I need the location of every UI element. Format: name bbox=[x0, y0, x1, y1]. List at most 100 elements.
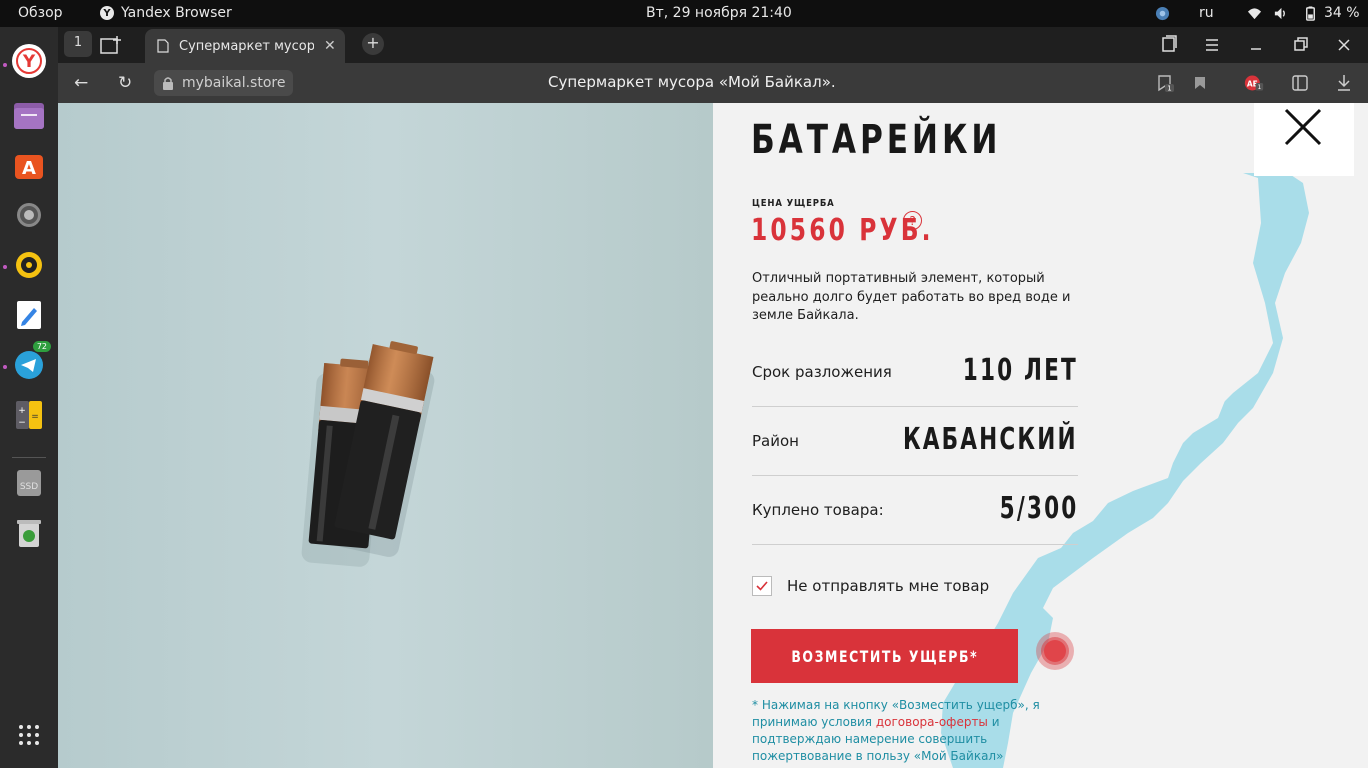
dock-yandex-browser[interactable]: Y bbox=[9, 41, 49, 81]
adblock-icon: AE 1 bbox=[1244, 75, 1264, 91]
detail-value: 5/300 bbox=[999, 491, 1078, 526]
running-indicator bbox=[3, 365, 7, 369]
running-indicator bbox=[3, 265, 7, 269]
dock-separator bbox=[12, 457, 46, 458]
detail-label: Срок разложения bbox=[752, 363, 892, 381]
dock: Y A 72 + − = SSD bbox=[0, 27, 58, 768]
extension-count: 1 bbox=[1258, 85, 1262, 91]
url-field[interactable]: mybaikal.store bbox=[154, 70, 294, 96]
calculator-icon: + −= bbox=[16, 401, 42, 429]
lock-icon[interactable] bbox=[162, 76, 174, 90]
price-help-icon[interactable]: ? bbox=[903, 211, 922, 230]
no-shipping-label[interactable]: Не отправлять мне товар bbox=[787, 577, 989, 595]
running-indicator bbox=[3, 63, 7, 67]
close-tab-icon[interactable]: ✕ bbox=[324, 38, 336, 54]
system-top-bar: Обзор Y Yandex Browser Вт, 29 ноября 21:… bbox=[0, 0, 1368, 27]
app-menu[interactable]: Y Yandex Browser bbox=[100, 5, 232, 21]
page-icon bbox=[157, 39, 169, 53]
restore-icon[interactable] bbox=[1289, 35, 1311, 55]
menu-icon[interactable] bbox=[1201, 35, 1223, 55]
svg-text:SSD: SSD bbox=[20, 482, 38, 492]
dock-ssd-drive[interactable]: SSD bbox=[9, 463, 49, 503]
checkmark-icon bbox=[756, 581, 768, 591]
browser-tab-bar: 1 Супермаркет мусора « ✕ + bbox=[58, 27, 1368, 63]
dock-text-editor[interactable] bbox=[9, 295, 49, 335]
yandex-browser-icon: Y bbox=[100, 6, 114, 20]
volume-icon[interactable] bbox=[1273, 6, 1288, 21]
product-photo bbox=[58, 103, 713, 768]
url-text: mybaikal.store bbox=[182, 75, 286, 91]
dock-settings[interactable] bbox=[9, 195, 49, 235]
detail-row-decomposition: Срок разложения 110 ЛЕТ bbox=[752, 339, 1078, 407]
reload-icon[interactable]: ↻ bbox=[118, 73, 132, 93]
app-grid-icon bbox=[19, 725, 39, 745]
download-icon bbox=[1338, 75, 1350, 91]
svg-text:=: = bbox=[31, 412, 39, 422]
address-bar: ← ↻ mybaikal.store Супермаркет мусора «М… bbox=[58, 63, 1368, 103]
yandex-browser-icon: Y bbox=[12, 44, 46, 78]
read-later-count: 1 bbox=[1167, 85, 1171, 93]
detail-value: КАБАНСКИЙ bbox=[903, 422, 1078, 457]
read-later-icon: 1 bbox=[1158, 75, 1174, 93]
music-player-icon bbox=[16, 252, 42, 278]
battery-icon[interactable] bbox=[1303, 6, 1318, 21]
new-tab-group-icon[interactable] bbox=[100, 35, 122, 55]
bookmark-icon bbox=[1195, 77, 1205, 89]
detail-label: Куплено товара: bbox=[752, 501, 884, 519]
close-icon bbox=[1284, 108, 1322, 146]
detail-label: Район bbox=[752, 432, 799, 450]
product-description: Отличный портативный элемент, который ре… bbox=[752, 271, 1071, 323]
svg-text:Y: Y bbox=[22, 52, 36, 72]
page-title: Супермаркет мусора «Мой Байкал». bbox=[548, 73, 836, 91]
bookmark-button[interactable] bbox=[1190, 73, 1210, 93]
dock-files[interactable] bbox=[9, 95, 49, 135]
dock-rhythmbox[interactable] bbox=[9, 245, 49, 285]
extension-button[interactable]: AE 1 bbox=[1244, 73, 1264, 93]
tab-count: 1 bbox=[73, 35, 83, 50]
close-button[interactable] bbox=[1254, 103, 1354, 176]
dock-calculator[interactable]: + − = bbox=[9, 395, 49, 435]
product-title: БАТАРЕЙКИ bbox=[751, 117, 1002, 163]
collections-icon[interactable] bbox=[1158, 35, 1180, 55]
detail-value: 110 ЛЕТ bbox=[962, 353, 1078, 388]
map-location-dot bbox=[1044, 640, 1066, 662]
wifi-icon[interactable] bbox=[1247, 6, 1262, 21]
detail-row-purchased: Куплено товара: 5/300 bbox=[752, 477, 1078, 545]
text-editor-icon bbox=[17, 301, 41, 329]
weather-icon[interactable] bbox=[1155, 6, 1170, 21]
activities-button[interactable]: Обзор bbox=[18, 5, 63, 21]
clock[interactable]: Вт, 29 ноября 21:40 bbox=[646, 5, 792, 21]
active-tab[interactable]: Супермаркет мусора « ✕ bbox=[145, 29, 345, 63]
sidebar-button[interactable] bbox=[1290, 73, 1310, 93]
detail-row-district: Район КАБАНСКИЙ bbox=[752, 408, 1078, 476]
telegram-badge: 72 bbox=[32, 341, 51, 352]
dock-software-center[interactable]: A bbox=[9, 145, 49, 185]
close-window-icon[interactable] bbox=[1333, 35, 1355, 55]
app-store-icon: A bbox=[15, 155, 43, 179]
svg-text:−: − bbox=[18, 418, 26, 428]
offer-contract-link[interactable]: договора-оферты bbox=[876, 715, 988, 729]
dock-show-apps[interactable] bbox=[9, 715, 49, 755]
product-panel: БАТАРЕЙКИ ЦЕНА УЩЕРБА 10560 РУБ. ? Отлич… bbox=[713, 103, 1368, 768]
dock-telegram[interactable]: 72 bbox=[9, 341, 51, 385]
compensate-damage-button[interactable]: ВОЗМЕСТИТЬ УЩЕРБ* bbox=[751, 629, 1018, 683]
downloads-button[interactable] bbox=[1334, 73, 1354, 93]
back-arrow-icon[interactable]: ← bbox=[74, 73, 88, 93]
trash-icon bbox=[17, 520, 41, 547]
dock-trash[interactable] bbox=[9, 513, 49, 553]
drive-icon: SSD bbox=[17, 470, 41, 496]
web-page: БАТАРЕЙКИ ЦЕНА УЩЕРБА 10560 РУБ. ? Отлич… bbox=[58, 103, 1368, 768]
read-later-button[interactable]: 1 bbox=[1155, 73, 1175, 93]
batteries-image bbox=[301, 341, 435, 567]
compensate-damage-label: ВОЗМЕСТИТЬ УЩЕРБ* bbox=[791, 646, 978, 666]
svg-text:A: A bbox=[22, 158, 36, 179]
new-tab-button[interactable]: + bbox=[362, 33, 384, 55]
sidebar-icon bbox=[1292, 75, 1308, 91]
battery-percent: 34 % bbox=[1324, 5, 1360, 21]
damage-price-label: ЦЕНА УЩЕРБА bbox=[752, 198, 835, 209]
no-shipping-checkbox[interactable] bbox=[752, 576, 772, 596]
tab-counter-button[interactable]: 1 bbox=[64, 31, 92, 57]
minimize-icon[interactable] bbox=[1245, 35, 1267, 55]
telegram-icon bbox=[15, 351, 43, 379]
keyboard-layout[interactable]: ru bbox=[1199, 5, 1214, 21]
